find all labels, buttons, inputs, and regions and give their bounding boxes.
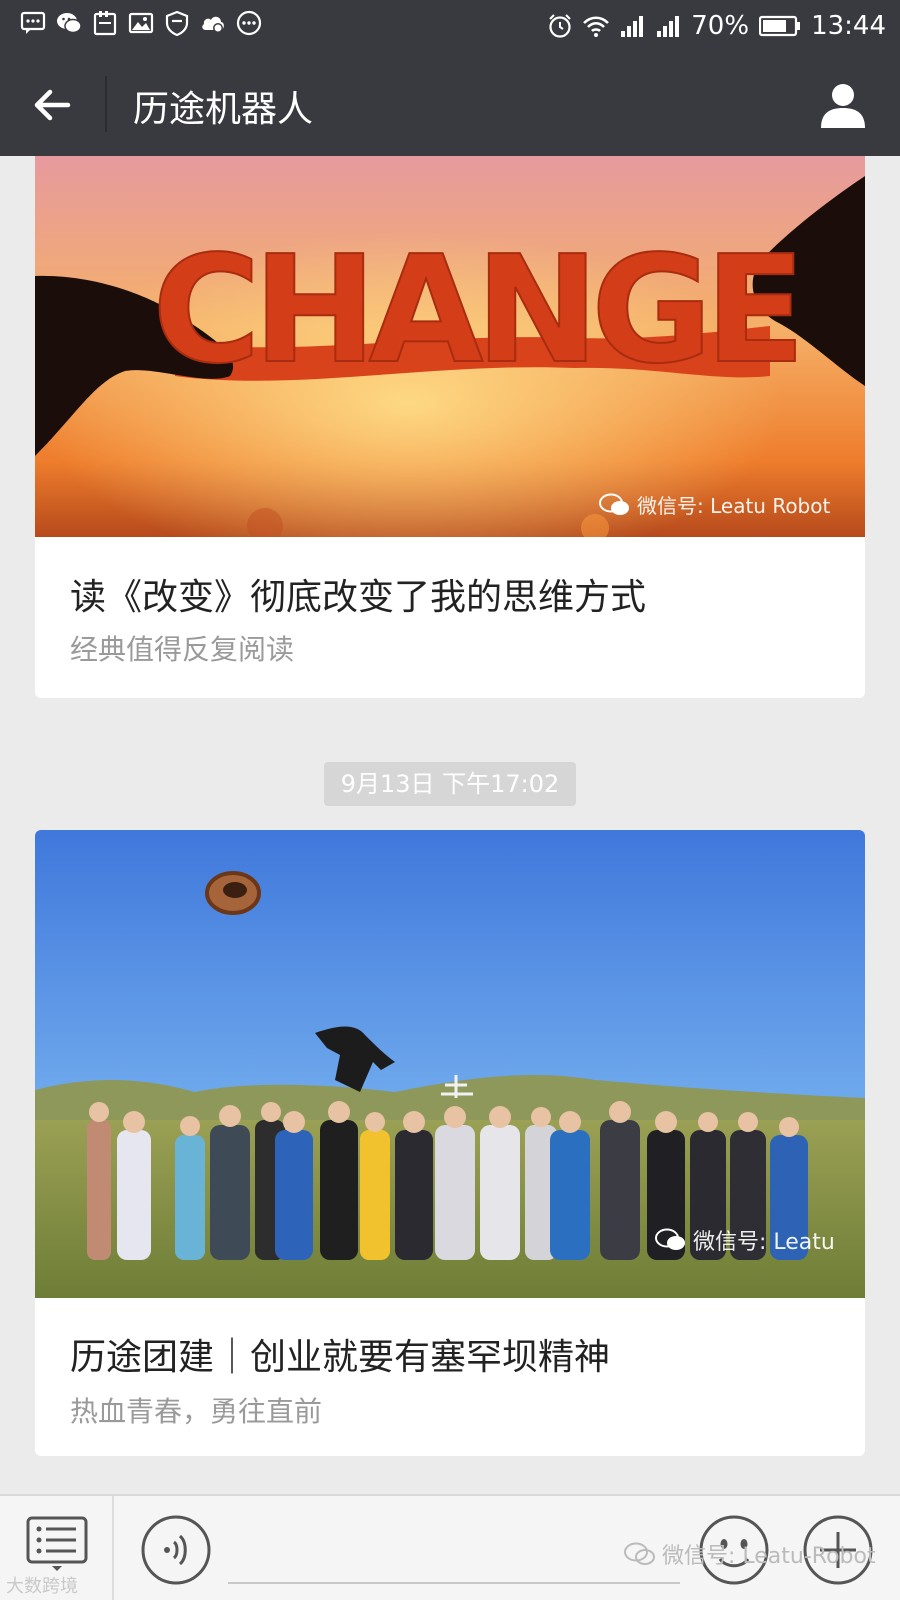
bottom-input-bar: 微信号: Leatu-Robot 大数跨境 [0,1494,900,1600]
article-cover-image[interactable]: CHANGE 微信号: Leatu Robot [35,156,865,537]
article-subtitle: 经典值得反复阅读 [70,633,295,666]
sms-icon [20,11,46,34]
voice-icon[interactable] [140,1514,212,1586]
status-bar: 70% 13:44 [0,0,900,52]
message-timestamp: 9月13日 下午17:02 [324,762,576,806]
bottom-divider [112,1496,114,1600]
title-bar: 历途机器人 [0,52,900,156]
article-subtitle: 热血青春，勇往直前 [70,1395,323,1428]
signal-icon [657,16,680,37]
system-indicators: 70% 13:44 [547,6,886,46]
person-icon[interactable] [816,78,870,132]
clock: 13:44 [811,11,886,41]
notification-icons [20,10,262,36]
cover-change-text: CHANGE [152,224,797,396]
image-watermark: 微信号: Leatu [655,1224,835,1256]
message-input-line[interactable] [228,1582,680,1584]
article-cover-image[interactable]: 微信号: Leatu [35,830,865,1298]
corner-logo: 大数跨境 [6,1576,78,1597]
arrow-left-icon[interactable] [28,80,78,130]
menu-list-icon[interactable] [24,1516,90,1572]
wechat-icon [624,1542,655,1565]
wechat-icon [655,1228,685,1250]
signal-icon [621,16,644,37]
more-icon [236,10,262,36]
battery-percent: 70% [691,11,750,41]
article-title[interactable]: 历途团建｜创业就要有塞罕坝精神 [70,1328,610,1380]
article-card-1[interactable]: CHANGE 微信号: Leatu Robot 读《改变》彻底改变了我的思维方式… [35,156,865,698]
image-icon [128,12,154,34]
wechat-icon [599,493,629,515]
cloud-icon [202,16,224,33]
article-title[interactable]: 读《改变》彻底改变了我的思维方式 [70,568,646,620]
battery-icon [759,15,801,37]
title-divider [105,76,107,132]
watermark-text: 微信号: Leatu-Robot [662,1544,876,1569]
bottom-watermark: 微信号: Leatu-Robot [624,1538,876,1570]
watermark-text: 微信号: Leatu Robot [637,494,831,518]
watermark-text: 微信号: Leatu [693,1230,835,1255]
image-watermark: 微信号: Leatu Robot [599,490,830,519]
shield-icon [165,10,189,36]
alarm-icon [549,14,571,38]
clipboard-icon [93,11,117,36]
page-title: 历途机器人 [133,89,314,130]
wifi-icon [583,16,610,37]
article-card-2[interactable]: 微信号: Leatu 历途团建｜创业就要有塞罕坝精神 热血青春，勇往直前 [35,830,865,1456]
wechat-icon [57,13,82,34]
